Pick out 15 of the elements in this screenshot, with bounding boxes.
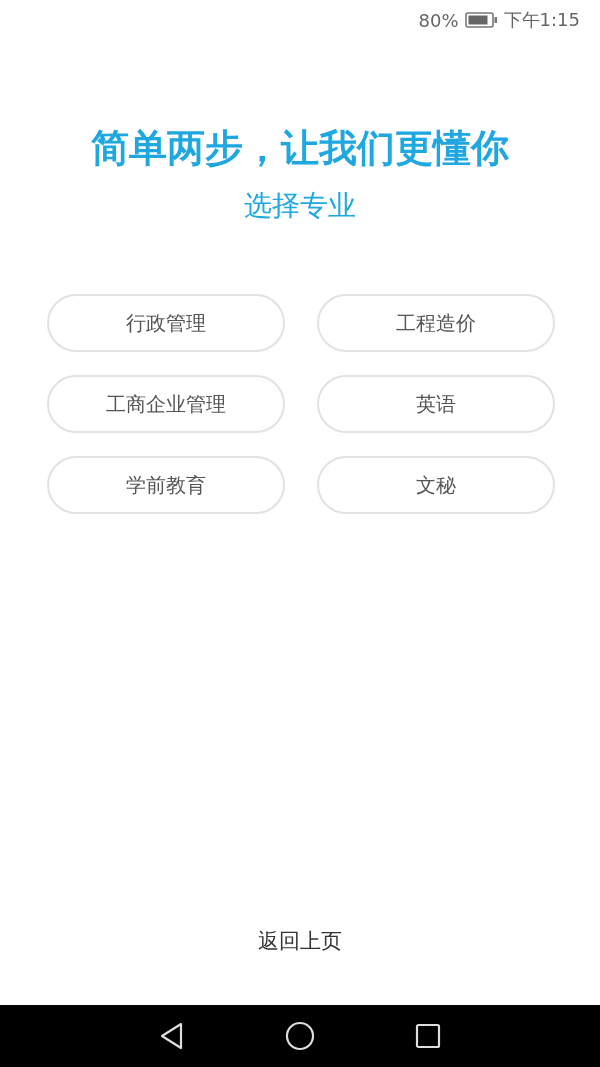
clock-time: 下午1:15: [503, 8, 580, 32]
back-icon[interactable]: [159, 1022, 185, 1050]
major-option[interactable]: 工商企业管理: [47, 375, 285, 433]
major-option[interactable]: 工程造价: [317, 294, 555, 352]
recents-icon[interactable]: [415, 1023, 441, 1049]
major-option[interactable]: 文秘: [317, 456, 555, 514]
major-option[interactable]: 英语: [317, 375, 555, 433]
page-title: 简单两步，让我们更懂你: [90, 125, 510, 172]
major-option[interactable]: 行政管理: [47, 294, 285, 352]
battery-icon: [464, 12, 498, 28]
battery-percent: 80%: [418, 9, 459, 31]
back-link[interactable]: 返回上页: [258, 927, 342, 955]
major-option[interactable]: 学前教育: [47, 456, 285, 514]
page-subtitle: 选择专业: [243, 188, 357, 224]
home-icon[interactable]: [285, 1021, 315, 1051]
